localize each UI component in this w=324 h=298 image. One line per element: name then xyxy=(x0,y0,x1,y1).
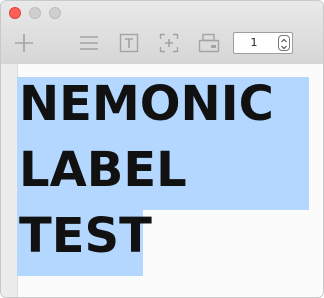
menu-icon[interactable] xyxy=(77,31,101,55)
label-line[interactable]: NEMONIC xyxy=(19,76,274,132)
stepper-arrows-icon[interactable] xyxy=(278,35,290,51)
toolbar: 1 xyxy=(1,1,323,65)
copies-stepper[interactable]: 1 xyxy=(233,32,293,54)
label-line[interactable]: LABEL xyxy=(19,142,187,198)
print-icon[interactable] xyxy=(197,31,221,55)
canvas-area: NEMONIC LABEL TEST xyxy=(1,64,323,297)
app-window: 1 NEMONIC LABEL TEST xyxy=(0,0,324,298)
frame-icon[interactable] xyxy=(157,31,181,55)
text-icon[interactable] xyxy=(117,31,141,55)
label-line[interactable]: TEST xyxy=(19,208,152,264)
add-icon[interactable] xyxy=(13,31,35,55)
zoom-window-button[interactable] xyxy=(49,7,61,19)
close-window-button[interactable] xyxy=(9,7,21,19)
copies-value[interactable]: 1 xyxy=(234,33,274,53)
minimize-window-button[interactable] xyxy=(29,7,41,19)
